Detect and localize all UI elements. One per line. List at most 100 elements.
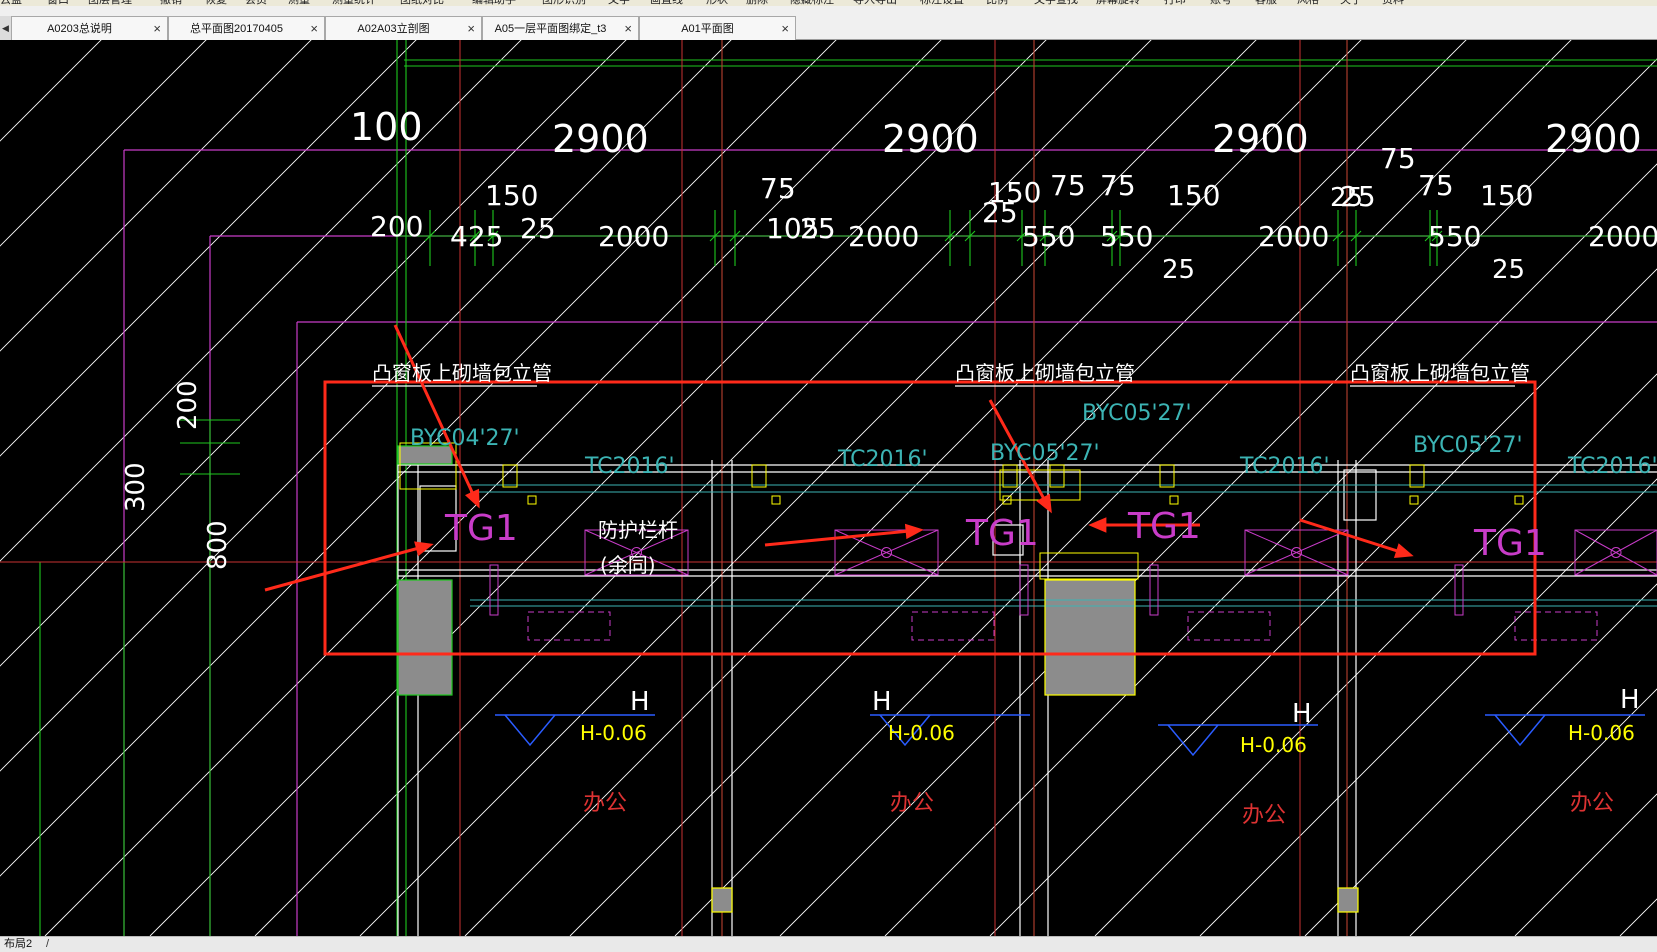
tab-close-icon[interactable]: ×: [781, 17, 789, 41]
arrow-head-icon: [904, 523, 924, 540]
menu-item[interactable]: 删除: [746, 0, 768, 6]
room-label: 办公: [1570, 791, 1614, 816]
tab-first-floor[interactable]: A05一层平面图绑定_t3 ×: [482, 16, 639, 40]
tab-close-icon[interactable]: ×: [310, 17, 318, 41]
menu-item[interactable]: 图形识别: [542, 0, 586, 6]
level-text: H-0.06: [888, 721, 955, 745]
window-tag: BYC04'27': [410, 426, 520, 451]
menu-item[interactable]: 隐藏标注: [790, 0, 834, 6]
dim-text: 550: [1100, 220, 1153, 253]
dim-text: 25: [520, 212, 556, 245]
dim-text: 100: [350, 105, 423, 149]
tg-label: TG1: [1127, 506, 1201, 547]
tab-site-plan[interactable]: 总平面图20170405 ×: [168, 16, 325, 40]
hatch-line: [0, 40, 522, 562]
dim-text: 25: [800, 212, 836, 245]
menu-item[interactable]: 风格: [1297, 0, 1319, 6]
pipe-box: [751, 464, 767, 488]
tab-elevation[interactable]: A02A03立剖图 ×: [325, 16, 482, 40]
room-label: 办公: [583, 791, 627, 816]
layout-tab-layout2[interactable]: 布局2: [4, 937, 32, 952]
annotation-arrow: [764, 528, 921, 547]
menu-item[interactable]: 测量统计: [332, 0, 376, 6]
drain-icon: [527, 611, 611, 641]
arrow-head-icon: [414, 541, 434, 557]
pipe-box: [771, 495, 781, 505]
tab-close-icon[interactable]: ×: [153, 17, 161, 41]
arrow-head-icon: [464, 488, 480, 509]
column-outline: [1343, 469, 1377, 521]
pipe-box: [1049, 464, 1065, 488]
window-label: TC2016': [1567, 454, 1657, 479]
menu-item[interactable]: 资料: [1382, 0, 1404, 6]
tab-close-icon[interactable]: ×: [624, 17, 632, 41]
menu-item[interactable]: 恢复: [205, 0, 227, 6]
tg-label: TG1: [965, 513, 1039, 554]
hatch-line: [1619, 898, 1657, 936]
menu-item[interactable]: 关于: [1340, 0, 1362, 6]
tab-a0203[interactable]: A0203总说明 ×: [11, 16, 168, 40]
dim-text: 200: [370, 210, 423, 243]
column: [1044, 579, 1136, 696]
level-text: H-0.06: [1568, 721, 1635, 745]
arrow-head-icon: [1088, 517, 1107, 533]
level-h-text: H: [872, 687, 892, 717]
menu-item[interactable]: 标注设置: [920, 0, 964, 6]
menu-item[interactable]: 账号: [1210, 0, 1232, 6]
drain-icon: [911, 611, 995, 641]
window-label: TC2016': [837, 447, 928, 472]
dim-text: 2900: [1545, 117, 1642, 161]
dim-text: 25: [1330, 183, 1363, 213]
menu-item[interactable]: 客服: [1255, 0, 1277, 6]
hatch-line: [0, 40, 312, 352]
menu-item[interactable]: 测量: [288, 0, 310, 6]
menu-item[interactable]: 打印: [1164, 0, 1186, 6]
dim-text: 550: [1022, 220, 1075, 253]
window-tag: BYC05'27': [1413, 433, 1523, 458]
dim-text: 150: [1167, 179, 1220, 212]
dim-text: 75: [1380, 142, 1416, 175]
drain-icon: [1514, 611, 1598, 641]
menu-item[interactable]: 形状: [706, 0, 728, 6]
railing-label: 防护栏杆: [598, 518, 678, 542]
dim-text: 2000: [598, 220, 669, 253]
pipe-box: [1514, 495, 1524, 505]
pipe-box: [1159, 464, 1175, 488]
menu-item[interactable]: 画直线: [650, 0, 683, 6]
drawing-canvas[interactable]: 100 2900 2900 2900 2900 150 75 150 75 75 150 75 75 15…: [0, 40, 1657, 936]
pipe-box: [527, 495, 537, 505]
hatch-line: [0, 40, 102, 142]
menu-item[interactable]: 比例: [986, 0, 1008, 6]
dim-text: 300: [121, 462, 151, 512]
dim-text: 2000: [1258, 220, 1329, 253]
column: [711, 887, 733, 913]
tab-a01-plan[interactable]: A01平面图 ×: [639, 16, 796, 40]
menu-item[interactable]: 撤销: [160, 0, 182, 6]
level-triangle: [1494, 714, 1546, 747]
tab-close-icon[interactable]: ×: [467, 17, 475, 41]
menu-item[interactable]: 图层管理: [88, 0, 132, 6]
tab-bar: ◀ A0203总说明 × 总平面图20170405 × A02A03立剖图 × A05…: [0, 6, 1657, 40]
dim-text: 2900: [552, 117, 649, 161]
menu-item[interactable]: 窗口: [47, 0, 69, 6]
note-text: 凸窗板上砌墙包立管: [372, 361, 552, 385]
column: [397, 579, 453, 696]
hatch-line: [0, 40, 627, 667]
window-tag: BYC05'27': [1082, 401, 1192, 426]
menu-item[interactable]: 导入导出: [853, 0, 897, 6]
dim-text: 75: [1418, 169, 1454, 202]
menu-item[interactable]: 文字: [608, 0, 630, 6]
window-tag: BYC05'27': [990, 441, 1100, 466]
menu-item[interactable]: 会员: [245, 0, 267, 6]
tab-label: A0203总说明: [47, 23, 112, 35]
window-label: TC2016': [1239, 454, 1330, 479]
menu-item[interactable]: 云盘: [0, 0, 22, 6]
dim-text: 425: [450, 220, 503, 253]
menu-item[interactable]: 屏幕旋转: [1096, 0, 1140, 6]
dim-text: 200: [173, 380, 203, 430]
menu-item[interactable]: 文字查找: [1034, 0, 1078, 6]
menu-item[interactable]: 编辑助手: [472, 0, 516, 6]
menu-item[interactable]: 图纸对比: [400, 0, 444, 6]
cad-drawing[interactable]: 100 2900 2900 2900 2900150 75 150 75 75 1507575 15…: [0, 40, 1657, 936]
dim-text: 2000: [1588, 220, 1657, 253]
